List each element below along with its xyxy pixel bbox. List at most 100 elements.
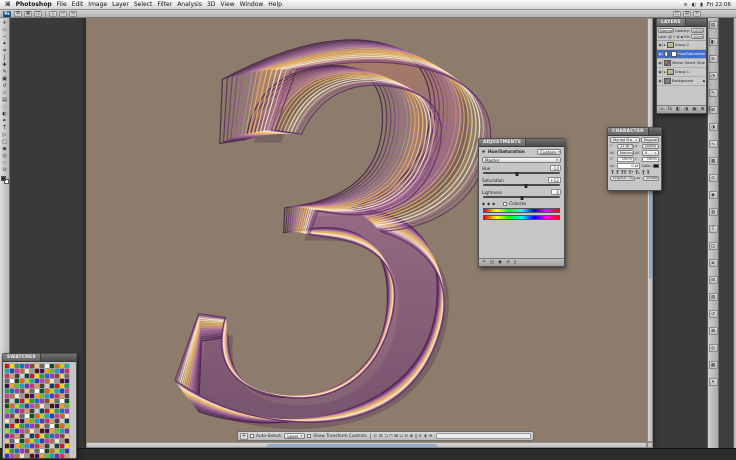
swatch-cell[interactable]: [60, 404, 64, 408]
swatch-cell[interactable]: [60, 384, 64, 388]
swatch-cell[interactable]: [50, 429, 54, 433]
swatch-cell[interactable]: [15, 389, 19, 393]
swatch-cell[interactable]: [65, 444, 69, 448]
apple-menu-icon[interactable]: ⌘: [5, 1, 11, 8]
options-bar-right-icon-1[interactable]: ▤: [683, 10, 691, 17]
tool-blur-tool[interactable]: ◌: [1, 104, 9, 110]
swatch-cell[interactable]: [50, 409, 54, 413]
swatch-cell[interactable]: [20, 364, 24, 368]
swatch-cell[interactable]: [60, 434, 64, 438]
swatch-cell[interactable]: [50, 389, 54, 393]
swatch-cell[interactable]: [65, 434, 69, 438]
swatch-cell[interactable]: [5, 384, 9, 388]
swatch-cell[interactable]: [5, 404, 9, 408]
swatch-cell[interactable]: [15, 449, 19, 453]
language-select[interactable]: English: USA: [610, 175, 635, 181]
swatch-cell[interactable]: [20, 384, 24, 388]
swatch-cell[interactable]: [10, 394, 14, 398]
swatch-cell[interactable]: [25, 369, 29, 373]
swatch-cell[interactable]: [35, 449, 39, 453]
lightness-slider-thumb[interactable]: [520, 196, 523, 200]
tool-3d-orbit-tool[interactable]: ◎: [1, 153, 9, 159]
tool-crop-tool[interactable]: ⌗: [1, 48, 9, 54]
swatch-cell[interactable]: [30, 374, 34, 378]
menu-item-3d[interactable]: 3D: [207, 1, 215, 8]
swatch-cell[interactable]: [50, 369, 54, 373]
swatch-cell[interactable]: [50, 454, 54, 458]
swatch-cell[interactable]: [65, 369, 69, 373]
dock-panel-icon-18[interactable]: ⊠: [708, 327, 718, 335]
swatch-cell[interactable]: [30, 454, 34, 458]
hue-slider-thumb[interactable]: [515, 172, 519, 176]
swatch-cell[interactable]: [20, 419, 24, 423]
tool-marquee-tool[interactable]: ▭: [1, 27, 9, 33]
dock-panel-icon-17[interactable]: ↺: [708, 310, 718, 318]
swatch-cell[interactable]: [40, 424, 44, 428]
swatch-cell[interactable]: [40, 414, 44, 418]
dock-panel-icon-12[interactable]: T: [708, 225, 718, 233]
layer-row-group-2[interactable]: ◉ ▸ Group 2: [657, 41, 706, 50]
swatch-cell[interactable]: [65, 424, 69, 428]
menubar-clock[interactable]: Fri 22:06: [707, 2, 731, 8]
swatch-cell[interactable]: [60, 454, 64, 458]
menu-item-select[interactable]: Select: [134, 1, 153, 8]
swatch-cell[interactable]: [45, 394, 49, 398]
swatch-cell[interactable]: [10, 439, 14, 443]
swatch-cell[interactable]: [40, 449, 44, 453]
align-icon-4[interactable]: ⊞: [394, 434, 398, 439]
baseline-shift-field[interactable]: 0 pt: [617, 163, 641, 169]
menu-item-layer[interactable]: Layer: [112, 1, 129, 8]
swatch-cell[interactable]: [45, 444, 49, 448]
tool-zoom-tool[interactable]: ⊙: [1, 167, 9, 173]
swatch-cell[interactable]: [30, 409, 34, 413]
swatch-cell[interactable]: [25, 364, 29, 368]
font-style-select[interactable]: Regular: [641, 137, 659, 143]
swatch-cell[interactable]: [5, 369, 9, 373]
tracking-select[interactable]: 0: [642, 150, 659, 156]
swatch-cell[interactable]: [55, 379, 59, 383]
swatch-cell[interactable]: [55, 399, 59, 403]
swatch-cell[interactable]: [5, 444, 9, 448]
horizontal-scale-field[interactable]: 100%: [642, 156, 659, 162]
layer-row-hue-saturation-1[interactable]: ◉ Hue/Saturation 1: [657, 50, 706, 59]
visibility-eye-icon[interactable]: ◉: [658, 70, 663, 74]
swatch-cell[interactable]: [10, 364, 14, 368]
swatch-cell[interactable]: [10, 384, 14, 388]
adjustments-footer-icon-2[interactable]: ◉: [498, 260, 502, 265]
swatch-cell[interactable]: [15, 384, 19, 388]
swatch-cell[interactable]: [40, 384, 44, 388]
tab-swatches[interactable]: SWATCHES: [3, 354, 41, 361]
swatch-cell[interactable]: [15, 374, 19, 378]
swatch-cell[interactable]: [45, 364, 49, 368]
swatch-cell[interactable]: [15, 424, 19, 428]
swatch-cell[interactable]: [40, 409, 44, 413]
text-style-button-6[interactable]: Ŧ: [647, 170, 650, 175]
swatch-cell[interactable]: [10, 389, 14, 393]
swatch-cell[interactable]: [20, 389, 24, 393]
dock-panel-icon-19[interactable]: ◎: [708, 344, 718, 352]
align-icon-2[interactable]: ⊐: [384, 434, 388, 439]
swatch-cell[interactable]: [5, 434, 9, 438]
swatch-cell[interactable]: [60, 399, 64, 403]
swatch-cell[interactable]: [30, 449, 34, 453]
auto-select-scope-select[interactable]: Layer: [284, 433, 306, 439]
swatch-cell[interactable]: [10, 449, 14, 453]
swatch-cell[interactable]: [30, 444, 34, 448]
swatch-cell[interactable]: [20, 414, 24, 418]
auto-select-checkbox[interactable]: [250, 434, 254, 438]
menu-item-photoshop[interactable]: Photoshop: [16, 1, 52, 8]
menu-item-edit[interactable]: Edit: [72, 1, 84, 8]
options-bar-mid-icon-1[interactable]: ▭: [59, 10, 67, 17]
channel-select[interactable]: Master: [482, 157, 561, 163]
swatch-cell[interactable]: [60, 389, 64, 393]
swatch-cell[interactable]: [25, 444, 29, 448]
swatch-cell[interactable]: [50, 364, 54, 368]
menubar-status-icon-1[interactable]: ◐: [692, 2, 696, 8]
menu-item-image[interactable]: Image: [88, 1, 107, 8]
move-tool-icon[interactable]: ✛: [240, 432, 248, 440]
swatch-cell[interactable]: [10, 379, 14, 383]
saturation-slider-thumb[interactable]: [524, 184, 528, 188]
swatch-cell[interactable]: [55, 384, 59, 388]
swatch-cell[interactable]: [30, 394, 34, 398]
swatch-cell[interactable]: [65, 379, 69, 383]
